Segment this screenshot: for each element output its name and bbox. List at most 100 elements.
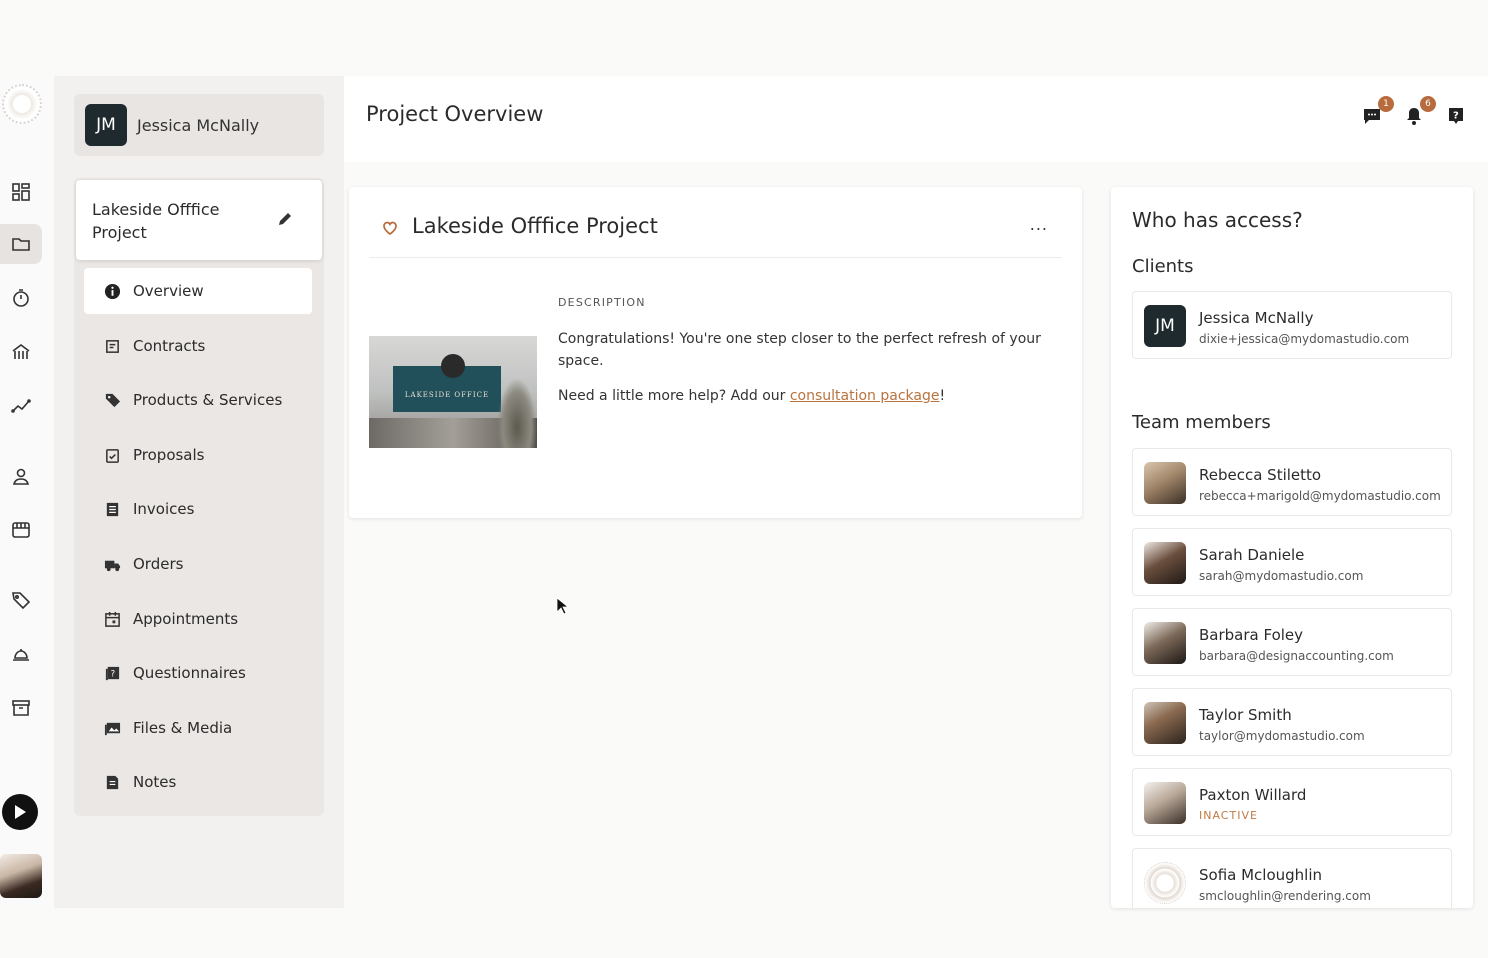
- analytics-icon[interactable]: [0, 386, 42, 426]
- thumbnail-plant: [497, 378, 537, 448]
- team-member-card[interactable]: Barbara Foley barbara@designaccounting.c…: [1132, 608, 1452, 676]
- more-options-button[interactable]: ...: [1030, 215, 1048, 234]
- timer-icon[interactable]: [0, 278, 42, 318]
- status-badge: INACTIVE: [1199, 809, 1258, 822]
- project-sidebar: JM Jessica McNally Lakeside Offfice Proj…: [54, 76, 344, 908]
- notifications-badge: 6: [1420, 96, 1436, 112]
- avatar: JM: [1144, 305, 1186, 347]
- person-name: Sofia Mcloughlin: [1199, 866, 1323, 884]
- icon-rail: [0, 76, 54, 908]
- person-email: sarah@mydomastudio.com: [1199, 569, 1364, 583]
- nav-item-notes[interactable]: Notes: [84, 759, 312, 805]
- nav-item-label: Questionnaires: [133, 664, 246, 682]
- dashboard-icon[interactable]: [0, 172, 42, 212]
- team-member-card[interactable]: Paxton Willard INACTIVE: [1132, 768, 1452, 836]
- description-label: DESCRIPTION: [558, 296, 646, 309]
- folder-icon[interactable]: [0, 224, 42, 264]
- project-title: Lakeside Offfice Project: [412, 214, 658, 238]
- clients-heading: Clients: [1132, 256, 1194, 277]
- nav-item-label: Appointments: [133, 610, 239, 628]
- nav-item-label: Contracts: [133, 337, 206, 355]
- play-icon[interactable]: [2, 794, 38, 830]
- nav-item-proposals[interactable]: Proposals: [84, 432, 312, 478]
- person-name: Jessica McNally: [1199, 309, 1314, 327]
- team-member-card[interactable]: Sarah Daniele sarah@mydomastudio.com: [1132, 528, 1452, 596]
- person-email: dixie+jessica@mydomastudio.com: [1199, 332, 1410, 346]
- nav-item-overview[interactable]: Overview: [84, 268, 312, 314]
- building-icon[interactable]: [0, 332, 42, 372]
- access-panel: Who has access? Clients JM Jessica McNal…: [1111, 187, 1473, 908]
- avatar: JM: [85, 104, 127, 146]
- help-icon[interactable]: ?: [1444, 104, 1468, 128]
- messages-icon[interactable]: 1: [1360, 96, 1394, 128]
- page-title: Project Overview: [366, 102, 544, 126]
- nav-item-contracts[interactable]: Contracts: [84, 323, 312, 369]
- team-heading: Team members: [1132, 412, 1271, 433]
- person-email: barbara@designaccounting.com: [1199, 649, 1394, 663]
- description-text: Congratulations! You're one step closer …: [558, 331, 1041, 369]
- tag-icon: [105, 393, 121, 407]
- nav-item-label: Overview: [133, 282, 204, 300]
- current-user-avatar[interactable]: [0, 854, 42, 898]
- user-name: Jessica McNally: [137, 115, 260, 135]
- nav-item-files-media[interactable]: Files & Media: [84, 705, 312, 751]
- client-card[interactable]: JM Jessica McNally dixie+jessica@mydomas…: [1132, 291, 1452, 359]
- calendar-icon: [105, 611, 120, 627]
- nav-item-label: Notes: [133, 773, 177, 791]
- proposal-icon: [106, 448, 119, 463]
- messages-badge: 1: [1378, 96, 1394, 112]
- consultation-package-link[interactable]: consultation package: [790, 388, 940, 404]
- access-title: Who has access?: [1132, 208, 1303, 232]
- avatar: [1144, 542, 1186, 584]
- svg-text:?: ?: [1453, 111, 1459, 122]
- help-text-prefix: Need a little more help? Add our: [558, 388, 790, 404]
- user-chip[interactable]: JM Jessica McNally: [74, 94, 324, 156]
- bell-icon[interactable]: 6: [1402, 96, 1436, 128]
- project-overview-card: Lakeside Offfice Project ... LAKESIDE OF…: [349, 187, 1082, 518]
- project-nav: Lakeside Offfice Project Overview Contra…: [74, 178, 324, 816]
- project-name: Lakeside Offfice Project: [92, 200, 220, 242]
- nav-item-label: Orders: [133, 555, 184, 573]
- team-member-card[interactable]: Rebecca Stiletto rebecca+marigold@mydoma…: [1132, 448, 1452, 516]
- media-icon: [104, 722, 121, 735]
- mouse-cursor-icon: [556, 597, 568, 615]
- archive-icon[interactable]: [0, 688, 42, 728]
- avatar: [1144, 702, 1186, 744]
- person-name: Paxton Willard: [1199, 786, 1307, 804]
- nav-item-orders[interactable]: Orders: [84, 541, 312, 587]
- store-icon[interactable]: [0, 510, 42, 550]
- note-icon: [106, 775, 119, 789]
- brand-logo[interactable]: [2, 84, 42, 124]
- person-name: Taylor Smith: [1199, 706, 1292, 724]
- contract-icon: [106, 339, 119, 353]
- nav-item-invoices[interactable]: Invoices: [84, 486, 312, 532]
- avatar: [1144, 782, 1186, 824]
- description-help-text: Need a little more help? Add our consult…: [558, 385, 1058, 407]
- truck-icon: [104, 560, 121, 571]
- header: Project Overview 1 6 ?: [344, 76, 1488, 162]
- project-thumbnail[interactable]: LAKESIDE OFFICE: [369, 336, 537, 448]
- nav-item-questionnaires[interactable]: ? Questionnaires: [84, 650, 312, 696]
- help-text-suffix: !: [939, 388, 946, 404]
- app-window: JM Jessica McNally Lakeside Offfice Proj…: [0, 0, 1488, 958]
- tag-icon[interactable]: [0, 580, 42, 620]
- person-icon[interactable]: [0, 456, 42, 496]
- person-name: Sarah Daniele: [1199, 546, 1305, 564]
- avatar: [1144, 462, 1186, 504]
- team-member-card[interactable]: Sofia Mcloughlin smcloughlin@rendering.c…: [1132, 848, 1452, 908]
- nav-item-label: Proposals: [133, 446, 205, 464]
- nav-item-label: Products & Services: [133, 391, 283, 409]
- pendant-lamp: [441, 354, 465, 378]
- nav-item-products-services[interactable]: Products & Services: [84, 377, 312, 423]
- invoice-icon: [106, 502, 119, 516]
- nav-item-label: Invoices: [133, 500, 195, 518]
- person-name: Barbara Foley: [1199, 626, 1304, 644]
- project-card: Lakeside Offfice Project: [76, 180, 322, 260]
- questionnaire-icon: ?: [105, 666, 120, 680]
- nav-item-appointments[interactable]: Appointments: [84, 596, 312, 642]
- team-member-card[interactable]: Taylor Smith taylor@mydomastudio.com: [1132, 688, 1452, 756]
- heart-icon[interactable]: [381, 219, 399, 237]
- pencil-icon[interactable]: [276, 210, 294, 228]
- service-icon[interactable]: [0, 634, 42, 674]
- person-name: Rebecca Stiletto: [1199, 466, 1322, 484]
